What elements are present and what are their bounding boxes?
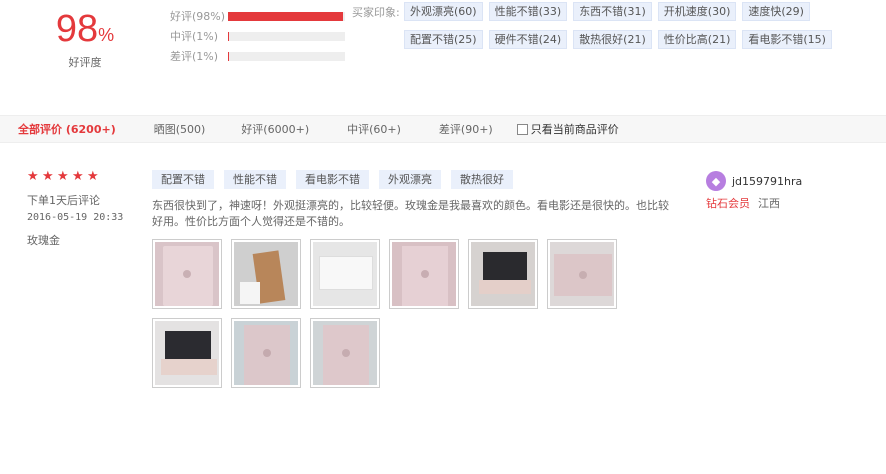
impression-tags: 外观漂亮(60) 性能不错(33) 东西不错(31) 开机速度(30) 速度快(… bbox=[404, 2, 844, 49]
photo-laptop-lid bbox=[392, 242, 456, 306]
review-tag: 性能不错 bbox=[224, 170, 286, 189]
impression-tag[interactable]: 性能不错(33) bbox=[488, 2, 568, 21]
distribution-bar bbox=[228, 51, 345, 61]
photo-laptop-lid bbox=[234, 321, 298, 385]
star-icon: ★ bbox=[27, 169, 39, 184]
review-photo[interactable] bbox=[547, 239, 617, 309]
impression-tag[interactable]: 配置不错(25) bbox=[404, 30, 483, 49]
distribution-fill bbox=[228, 51, 230, 61]
review-tag: 散热很好 bbox=[451, 170, 513, 189]
distribution-row: 中评(1%) bbox=[170, 26, 345, 46]
impression-tag[interactable]: 外观漂亮(60) bbox=[404, 2, 483, 21]
good-rate: 98% bbox=[40, 8, 130, 56]
good-rate-unit: % bbox=[98, 25, 115, 45]
review-text: 东西很快到了，神速呀！外观挺漂亮的，比较轻便。玫瑰金是我最喜欢的颜色。看电影还是… bbox=[152, 199, 669, 228]
checkbox[interactable] bbox=[516, 123, 528, 135]
distribution-row: 差评(1%) bbox=[170, 46, 345, 66]
rating-summary: 98% 好评度 bbox=[40, 8, 130, 70]
star-icon: ★ bbox=[72, 169, 84, 184]
review-tag: 看电影不错 bbox=[296, 170, 369, 189]
only-current-product-toggle[interactable]: 只看当前商品评价 bbox=[516, 121, 619, 137]
photo-laptop-open bbox=[471, 242, 535, 306]
impression-tag[interactable]: 硬件不错(24) bbox=[488, 30, 568, 49]
distribution-bar bbox=[228, 11, 345, 21]
distribution-row: 好评(98%) bbox=[170, 6, 345, 26]
tab-neutral-reviews[interactable]: 中评(60+) bbox=[347, 121, 401, 137]
tab-bad-reviews[interactable]: 差评(90+) bbox=[439, 121, 493, 137]
reviewer-region: 江西 bbox=[758, 197, 780, 210]
star-icon: ★ bbox=[87, 169, 99, 184]
rating-distribution: 好评(98%) 中评(1%) 差评(1%) bbox=[170, 6, 345, 66]
distribution-label: 好评(98%) bbox=[170, 10, 226, 23]
photo-laptop-lid bbox=[155, 242, 219, 306]
photo-box-open bbox=[313, 242, 377, 306]
impression-tag[interactable]: 开机速度(30) bbox=[657, 2, 737, 21]
review-photo[interactable] bbox=[152, 239, 222, 309]
review-photo[interactable] bbox=[310, 239, 380, 309]
photo-laptop-lid bbox=[550, 242, 614, 306]
impression-tag[interactable]: 速度快(29) bbox=[742, 2, 810, 21]
reviewer-level: 钻石会员 江西 bbox=[706, 195, 780, 211]
review-photo[interactable] bbox=[152, 318, 222, 388]
photo-laptop-lid bbox=[313, 321, 377, 385]
photo-laptop-open bbox=[155, 321, 219, 385]
only-current-label: 只看当前商品评价 bbox=[530, 123, 619, 136]
distribution-label: 差评(1%) bbox=[170, 50, 219, 63]
review-tags: 配置不错 性能不错 看电影不错 外观漂亮 散热很好 bbox=[152, 170, 513, 189]
review-date: 2016-05-19 20:33 bbox=[27, 212, 124, 223]
impression-tag[interactable]: 性价比高(21) bbox=[657, 30, 737, 49]
tab-good-reviews[interactable]: 好评(6000+) bbox=[241, 121, 309, 137]
review-photo[interactable] bbox=[310, 318, 380, 388]
distribution-fill bbox=[228, 11, 343, 21]
impression-tag[interactable]: 看电影不错(15) bbox=[742, 30, 832, 49]
good-rate-label: 好评度 bbox=[68, 56, 102, 69]
impressions-label: 买家印象: bbox=[352, 6, 400, 19]
review-variant: 玫瑰金 bbox=[27, 234, 60, 247]
star-icon: ★ bbox=[42, 169, 54, 184]
star-icon: ★ bbox=[57, 169, 69, 184]
tab-all-reviews[interactable]: 全部评价 (6200+) bbox=[18, 121, 116, 137]
review-tag: 外观漂亮 bbox=[379, 170, 441, 189]
review-stars: ★ ★ ★ ★ ★ bbox=[27, 170, 100, 183]
distribution-label: 中评(1%) bbox=[170, 30, 219, 43]
photo-box bbox=[234, 242, 298, 306]
review-photo[interactable] bbox=[231, 239, 301, 309]
impression-tag[interactable]: 散热很好(21) bbox=[573, 30, 652, 49]
review-filter-bar: 全部评价 (6200+) 晒图(500) 好评(6000+) 中评(60+) 差… bbox=[0, 115, 886, 143]
distribution-bar bbox=[228, 31, 345, 41]
review-tag: 配置不错 bbox=[152, 170, 214, 189]
tab-photo-reviews[interactable]: 晒图(500) bbox=[154, 121, 206, 137]
reviewer-name[interactable]: jd159791hra bbox=[732, 175, 802, 188]
review-photo[interactable] bbox=[389, 239, 459, 309]
review-photo[interactable] bbox=[231, 318, 301, 388]
review-photo[interactable] bbox=[468, 239, 538, 309]
review-buy-note: 下单1天后评论 bbox=[27, 194, 100, 207]
distribution-fill bbox=[228, 31, 230, 41]
member-level: 钻石会员 bbox=[706, 197, 750, 210]
diamond-icon[interactable]: ◆ bbox=[706, 171, 726, 191]
good-rate-value: 98 bbox=[55, 8, 99, 50]
impression-tag[interactable]: 东西不错(31) bbox=[573, 2, 652, 21]
